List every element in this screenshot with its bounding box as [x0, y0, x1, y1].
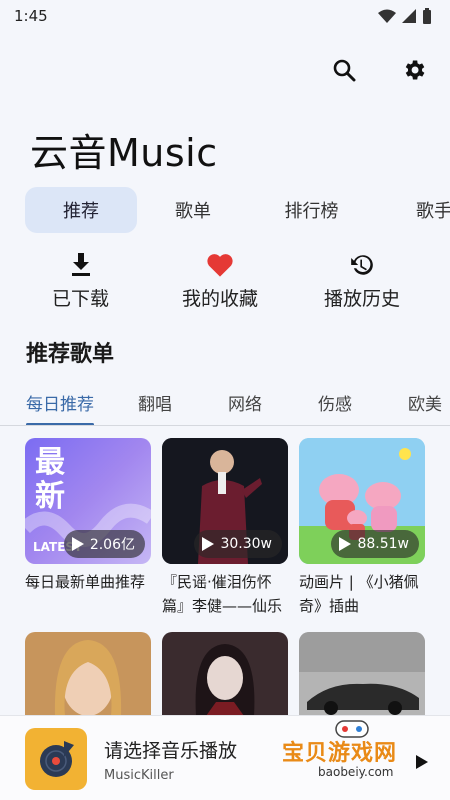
subtab-cover[interactable]: 翻唱	[138, 378, 172, 425]
signal-icon	[402, 9, 416, 23]
tab-charts[interactable]: 排行榜	[249, 187, 374, 233]
play-icon	[71, 537, 84, 551]
player-cover	[25, 728, 87, 790]
wifi-icon	[378, 9, 396, 23]
playlist-title: 每日最新单曲推荐	[25, 573, 146, 591]
search-button[interactable]	[328, 54, 360, 86]
app-title: 云音Music	[30, 131, 218, 175]
play-icon	[339, 537, 352, 551]
downloaded-button[interactable]: 已下载	[52, 252, 109, 311]
playlist-title: 『民谣·催泪伤怀篇』李健——仙乐	[162, 573, 283, 615]
subtab-sad[interactable]: 伤感	[318, 378, 352, 425]
tab-recommend[interactable]: 推荐	[25, 187, 137, 233]
playlist-cover: 最新 LATEST 2.06亿	[25, 438, 151, 564]
play-button-icon	[416, 755, 428, 769]
playlist-cover: 88.51w	[299, 438, 425, 564]
play-count: 2.06亿	[89, 537, 135, 553]
watermark: 宝贝游戏网 baobeiy.com	[280, 720, 430, 793]
player-subtitle: MusicKiller	[104, 768, 174, 783]
portrait-image	[25, 632, 151, 716]
favorites-label: 我的收藏	[182, 288, 259, 310]
playlist-cover: 30.30w	[162, 438, 288, 564]
tab-singers[interactable]: 歌手	[374, 187, 450, 233]
top-actions	[328, 54, 430, 86]
play-count: 88.51w	[357, 536, 409, 552]
play-count: 30.30w	[220, 536, 272, 552]
playlist-card[interactable]: 30.30w 『民谣·催泪伤怀篇』李健——仙乐	[162, 438, 288, 618]
history-button[interactable]: 播放历史	[324, 252, 400, 311]
playlist-card[interactable]	[299, 632, 425, 716]
subtab-indicator	[26, 423, 94, 425]
play-count-pill[interactable]: 30.30w	[194, 530, 282, 558]
playlist-cover	[299, 632, 425, 716]
watermark-url: baobeiy.com	[318, 765, 394, 779]
playlist-cover	[25, 632, 151, 716]
playlist-title: 动画片 | 《小猪佩奇》插曲	[299, 573, 419, 615]
status-bar: 1:45	[0, 0, 450, 32]
play-count-pill[interactable]: 88.51w	[331, 530, 419, 558]
history-icon	[351, 255, 373, 275]
play-icon	[202, 537, 215, 551]
gear-icon	[405, 60, 425, 80]
status-time: 1:45	[14, 7, 48, 25]
tab-playlists[interactable]: 歌单	[137, 187, 249, 233]
car-image	[299, 632, 425, 716]
settings-button[interactable]	[398, 54, 430, 86]
favorites-button[interactable]: 我的收藏	[182, 252, 258, 311]
cover-big-text: 最新	[35, 445, 65, 514]
main-tabs: 推荐 歌单 排行榜 歌手	[25, 187, 450, 233]
subtab-western[interactable]: 欧美	[408, 378, 442, 425]
section-title: 推荐歌单	[26, 342, 115, 367]
player-title: 请选择音乐播放	[104, 740, 238, 762]
playlist-card[interactable]: 最新 LATEST 2.06亿 每日最新单曲推荐	[25, 438, 151, 618]
downloaded-label: 已下载	[52, 288, 110, 310]
category-tabs: 每日推荐 翻唱 网络 伤感 欧美	[0, 378, 450, 426]
status-icons	[378, 8, 432, 24]
playlist-card[interactable]	[25, 632, 151, 716]
heart-icon	[207, 254, 233, 277]
search-icon	[333, 59, 356, 82]
anime-girl-image	[162, 632, 288, 716]
watermark-text: 宝贝游戏网	[282, 741, 398, 766]
subtab-daily[interactable]: 每日推荐	[26, 378, 94, 425]
playlist-card[interactable]	[162, 632, 288, 716]
battery-icon	[423, 8, 431, 24]
playlist-card[interactable]: 88.51w 动画片 | 《小猪佩奇》插曲	[299, 438, 425, 618]
history-label: 播放历史	[324, 288, 401, 310]
play-count-pill[interactable]: 2.06亿	[63, 530, 145, 558]
playlist-cover	[162, 632, 288, 716]
vinyl-record-icon	[40, 741, 74, 777]
subtab-network[interactable]: 网络	[228, 378, 262, 425]
download-icon	[71, 253, 90, 276]
